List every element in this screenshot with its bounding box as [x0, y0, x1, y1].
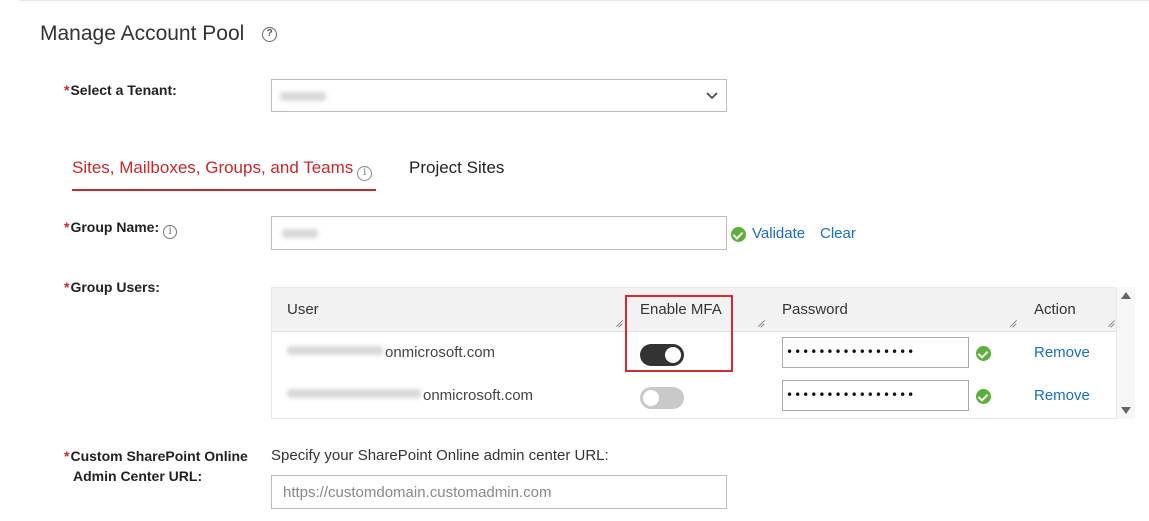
column-header-action: Action	[1034, 301, 1076, 318]
custom-url-label: *Custom SharePoint Online Admin Center U…	[64, 446, 248, 486]
scroll-up-arrow-icon[interactable]	[1121, 292, 1131, 299]
user-domain: onmicrosoft.com	[385, 344, 496, 361]
group-users-label: *Group Users:	[64, 277, 160, 297]
info-icon[interactable]: i	[357, 166, 373, 181]
group-name-label: *Group Name: i	[64, 217, 178, 239]
required-marker: *	[64, 219, 70, 235]
password-field[interactable]: ••••••••••••••••	[782, 380, 969, 411]
tenant-label: *Select a Tenant:	[64, 80, 177, 100]
tab-project-sites[interactable]: Project Sites	[409, 158, 504, 178]
help-circle-icon[interactable]: ?	[262, 27, 277, 42]
custom-url-input[interactable]: https://customdomain.customadmin.com	[271, 475, 727, 509]
tab-label: Sites, Mailboxes, Groups, and Teams	[72, 158, 354, 177]
group-name-input[interactable]	[271, 216, 727, 250]
required-marker: *	[64, 448, 70, 464]
tenant-label-text: Select a Tenant:	[70, 82, 177, 98]
top-divider	[20, 0, 1149, 1]
table-row-user: onmicrosoft.com	[287, 344, 495, 361]
user-name-redacted	[287, 346, 383, 355]
check-circle-icon	[976, 346, 991, 361]
column-resize-handle[interactable]	[1009, 320, 1017, 328]
group-users-label-text: Group Users:	[70, 279, 160, 295]
custom-url-label-line2: Admin Center URL:	[73, 468, 203, 484]
tenant-value-redacted	[280, 92, 326, 101]
enable-mfa-highlight-box	[625, 295, 733, 372]
column-header-user: User	[287, 301, 319, 318]
check-circle-icon	[731, 227, 746, 242]
group-name-label-text: Group Name:	[70, 219, 160, 235]
remove-link[interactable]: Remove	[1034, 387, 1090, 404]
column-resize-handle[interactable]	[615, 320, 623, 328]
group-name-value-redacted	[282, 229, 318, 238]
remove-link[interactable]: Remove	[1034, 344, 1090, 361]
check-circle-icon	[976, 389, 991, 404]
tab-label: Project Sites	[409, 158, 505, 177]
password-field[interactable]: ••••••••••••••••	[782, 337, 969, 368]
table-scrollbar[interactable]	[1117, 287, 1135, 419]
required-marker: *	[64, 82, 70, 98]
column-resize-handle[interactable]	[1107, 320, 1115, 328]
mfa-toggle[interactable]	[640, 387, 684, 409]
tab-sites-mailboxes-groups-teams[interactable]: Sites, Mailboxes, Groups, and Teams i	[72, 158, 376, 191]
required-marker: *	[64, 279, 70, 295]
clear-link[interactable]: Clear	[820, 225, 856, 242]
scroll-down-arrow-icon[interactable]	[1121, 407, 1131, 414]
toggle-knob	[643, 390, 659, 406]
user-domain: onmicrosoft.com	[423, 387, 534, 404]
column-header-password: Password	[782, 301, 848, 318]
custom-url-label-line1: Custom SharePoint Online	[70, 448, 248, 464]
validate-link[interactable]: Validate	[752, 225, 805, 242]
info-icon[interactable]: i	[163, 225, 178, 239]
column-resize-handle[interactable]	[757, 320, 765, 328]
custom-url-hint: Specify your SharePoint Online admin cen…	[271, 447, 609, 464]
tenant-select[interactable]	[271, 79, 727, 112]
page-title: Manage Account Pool	[40, 22, 245, 45]
table-row-user: onmicrosoft.com	[287, 387, 533, 404]
chevron-down-icon	[706, 92, 718, 100]
user-name-redacted	[287, 389, 421, 398]
